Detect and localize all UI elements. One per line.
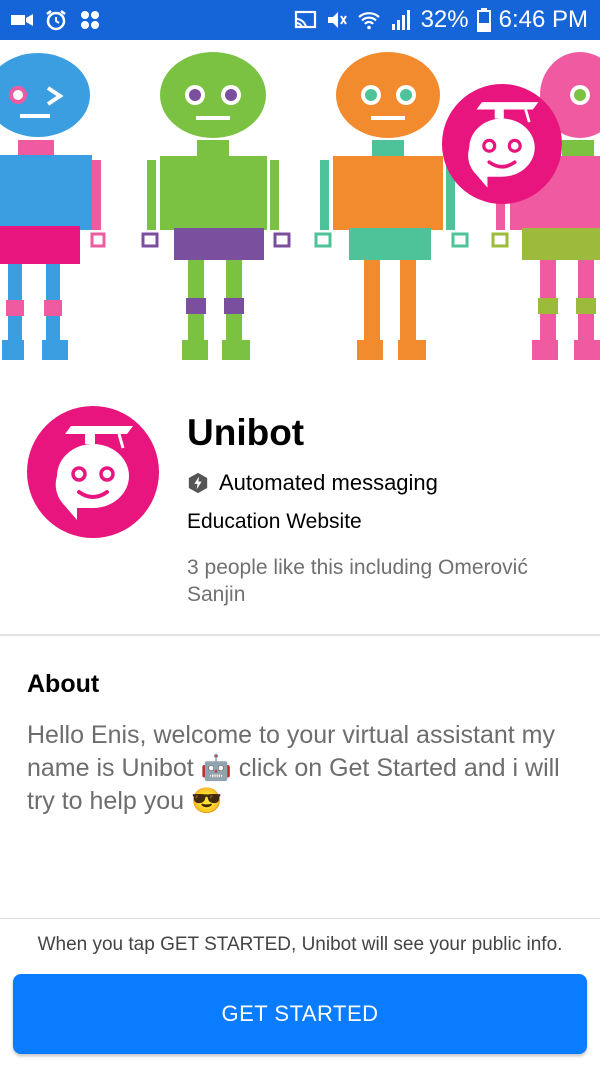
app-grid-icon bbox=[81, 11, 99, 29]
battery-icon bbox=[476, 8, 491, 32]
unibot-logo-icon bbox=[442, 84, 562, 204]
about-heading: About bbox=[27, 670, 100, 698]
privacy-notice: When you tap GET STARTED, Unibot will se… bbox=[37, 934, 563, 955]
signal-icon bbox=[391, 10, 410, 30]
avatar[interactable] bbox=[27, 406, 159, 538]
page-category: Education Website bbox=[187, 510, 362, 533]
lightning-badge-icon bbox=[188, 472, 208, 494]
blue-robot bbox=[0, 53, 106, 360]
system-indicators: 32% 6:46 PM bbox=[293, 6, 588, 34]
cast-icon bbox=[294, 10, 316, 29]
automated-messaging-label: Automated messaging bbox=[219, 470, 438, 495]
page-title: Unibot bbox=[187, 412, 305, 453]
video-call-icon bbox=[11, 14, 33, 26]
cover-photo bbox=[0, 40, 600, 370]
unibot-avatar-icon bbox=[55, 426, 133, 520]
mute-icon bbox=[327, 12, 347, 28]
page-profile: Unibot Automated messaging Education Web… bbox=[0, 370, 600, 635]
wifi-icon bbox=[357, 12, 380, 30]
status-bar: 32% 6:46 PM bbox=[0, 0, 600, 40]
get-started-button[interactable]: GET STARTED bbox=[13, 974, 587, 1054]
about-text: Hello Enis, welcome to your virtual assi… bbox=[27, 721, 560, 815]
likes-summary[interactable]: 3 people like this including Omerović Sa… bbox=[187, 554, 587, 608]
green-robot bbox=[141, 52, 291, 360]
alarm-icon bbox=[46, 10, 66, 31]
notification-icons bbox=[10, 8, 102, 32]
clock: 6:46 PM bbox=[498, 6, 588, 33]
automated-messaging-badge: Automated messaging bbox=[187, 470, 438, 496]
footer-divider bbox=[0, 918, 600, 919]
section-divider bbox=[0, 634, 600, 636]
battery-percent: 32% bbox=[420, 6, 469, 33]
